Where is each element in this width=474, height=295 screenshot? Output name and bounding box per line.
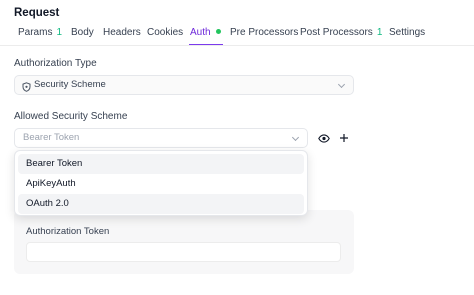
tab-label: Headers	[103, 27, 141, 38]
auth-status-dot	[215, 29, 221, 34]
tabs-divider	[0, 45, 474, 46]
tab-label: Pre Processors	[230, 27, 299, 38]
page-title: Request	[14, 7, 60, 19]
post-processors-count-badge: 1	[376, 27, 383, 38]
tab-cookies[interactable]: Cookies	[147, 24, 183, 46]
authorization-type-label: Authorization Type	[14, 58, 97, 69]
show-scheme-button[interactable]	[315, 130, 333, 146]
tab-settings[interactable]: Settings	[389, 24, 425, 46]
authorization-type-value: Security Scheme	[34, 79, 106, 90]
allowed-security-scheme-select[interactable]: Bearer Token	[14, 128, 308, 148]
authorization-token-panel: Authorization Token	[14, 210, 354, 274]
allowed-security-scheme-label: Allowed Security Scheme	[14, 111, 128, 122]
tab-params[interactable]: Params 1	[18, 24, 62, 46]
tab-pre-processors[interactable]: Pre Processors	[230, 24, 298, 46]
tab-body[interactable]: Body	[71, 24, 94, 46]
tab-label: Body	[71, 27, 94, 38]
allowed-security-scheme-placeholder: Bearer Token	[23, 132, 80, 143]
eye-icon	[318, 133, 330, 143]
shield-icon	[22, 81, 31, 99]
security-scheme-dropdown: Bearer Token ApiKeyAuth OAuth 2.0	[14, 150, 308, 216]
tab-label: Auth	[190, 27, 211, 38]
request-tabs: Params 1 Body Headers Cookies Auth Pre Pr…	[0, 24, 474, 46]
option-label: OAuth 2.0	[26, 198, 69, 209]
tab-post-processors[interactable]: Post Processors 1	[300, 24, 382, 46]
add-scheme-button[interactable]	[335, 130, 353, 146]
tab-label: Cookies	[147, 27, 184, 38]
authorization-token-label: Authorization Token	[26, 226, 110, 237]
params-count-badge: 1	[56, 27, 63, 38]
authorization-token-input[interactable]	[26, 242, 341, 262]
authorization-type-select[interactable]: Security Scheme	[14, 75, 354, 95]
plus-icon	[340, 134, 348, 142]
chevron-down-icon	[337, 80, 346, 89]
dropdown-option-apikeyauth[interactable]: ApiKeyAuth	[18, 174, 304, 194]
option-label: Bearer Token	[26, 158, 83, 169]
dropdown-option-bearer-token[interactable]: Bearer Token	[18, 154, 304, 174]
tab-auth[interactable]: Auth	[189, 24, 223, 46]
tab-label: Post Processors	[300, 27, 373, 38]
dropdown-option-oauth2[interactable]: OAuth 2.0	[18, 194, 304, 214]
tab-headers[interactable]: Headers	[103, 24, 141, 46]
tab-label: Params	[18, 27, 53, 38]
option-label: ApiKeyAuth	[26, 178, 76, 189]
chevron-down-icon	[291, 133, 300, 142]
tab-label: Settings	[389, 27, 426, 38]
